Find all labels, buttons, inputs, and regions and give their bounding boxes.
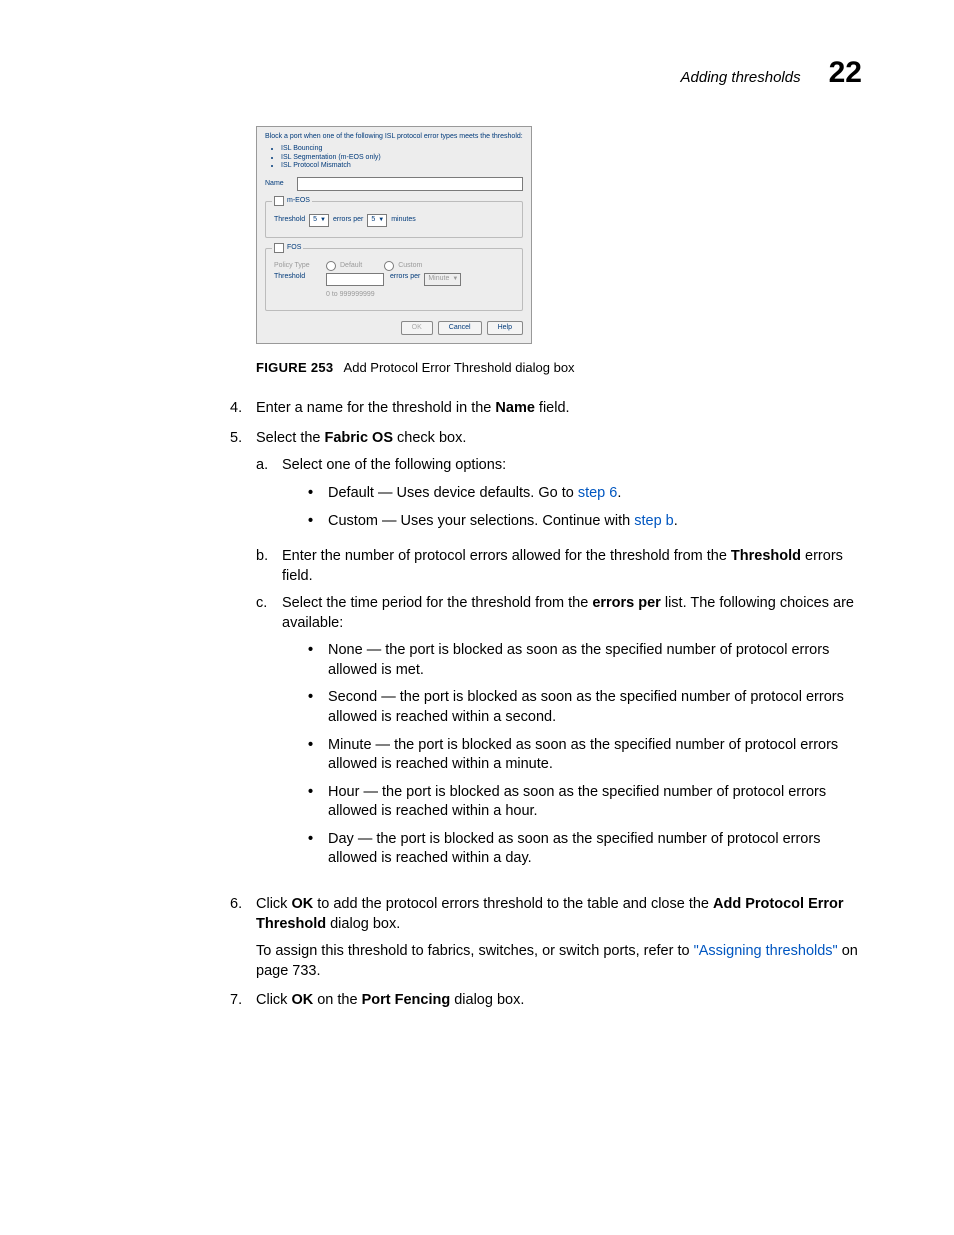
dialog-bullets: ISL Bouncing ISL Segmentation (m-EOS onl… bbox=[275, 145, 523, 171]
fos-section: FOS Policy Type Default Custom Threshold… bbox=[265, 248, 523, 311]
step-6: 6. Click OK to add the protocol errors t… bbox=[86, 895, 868, 981]
name-row: Name bbox=[265, 177, 523, 191]
bullet-isl-segmentation: ISL Segmentation (m-EOS only) bbox=[281, 154, 523, 163]
fos-threshold-label: Threshold bbox=[274, 273, 322, 282]
policy-default-label: Default bbox=[340, 262, 362, 271]
bullet-isl-mismatch: ISL Protocol Mismatch bbox=[281, 162, 523, 171]
add-threshold-dialog: Block a port when one of the following I… bbox=[256, 126, 532, 344]
step-7: 7. Click OK on the Port Fencing dialog b… bbox=[86, 991, 868, 1011]
bullet-icon: • bbox=[308, 484, 328, 504]
meos-title: m-EOS bbox=[287, 197, 310, 206]
chapter-number: 22 bbox=[829, 56, 862, 90]
instruction-list: 4. Enter a name for the threshold in the… bbox=[86, 399, 868, 1011]
meos-per-select[interactable]: 5 ▼ bbox=[367, 214, 387, 227]
fos-checkbox[interactable] bbox=[274, 243, 284, 253]
ok-button[interactable]: OK bbox=[401, 321, 433, 336]
chevron-down-icon: ▼ bbox=[378, 217, 384, 225]
link-step-6[interactable]: step 6 bbox=[578, 485, 618, 501]
bullet-icon: • bbox=[308, 783, 328, 822]
figure-caption: FIGURE 253 Add Protocol Error Threshold … bbox=[256, 360, 868, 375]
chevron-down-icon: ▼ bbox=[452, 276, 458, 284]
fos-threshold-input[interactable] bbox=[326, 273, 384, 286]
choice-day: Day — the port is blocked as soon as the… bbox=[328, 830, 868, 869]
meos-unit: minutes bbox=[391, 216, 416, 225]
bullet-icon: • bbox=[308, 688, 328, 727]
choice-none: None — the port is blocked as soon as th… bbox=[328, 641, 868, 680]
dialog-buttons: OK Cancel Help bbox=[265, 321, 523, 336]
bullet-icon: • bbox=[308, 736, 328, 775]
policy-default-radio[interactable] bbox=[326, 261, 336, 271]
cancel-button[interactable]: Cancel bbox=[438, 321, 482, 336]
step-5-sub: a. Select one of the following options: … bbox=[256, 456, 868, 877]
meos-errors-per-label: errors per bbox=[333, 216, 363, 225]
figure-image: Block a port when one of the following I… bbox=[256, 126, 868, 344]
policy-type-label: Policy Type bbox=[274, 262, 322, 271]
fos-range: 0 to 999999999 bbox=[326, 291, 384, 300]
name-input[interactable] bbox=[297, 177, 523, 191]
link-step-b[interactable]: step b bbox=[634, 513, 674, 529]
step-5b: b. Enter the number of protocol errors a… bbox=[256, 547, 868, 586]
fos-unit-select[interactable]: Minute ▼ bbox=[424, 273, 461, 286]
step-5c: c. Select the time period for the thresh… bbox=[256, 594, 868, 877]
name-label: Name bbox=[265, 180, 293, 189]
header-title: Adding thresholds bbox=[681, 69, 801, 86]
page: Adding thresholds 22 Block a port when o… bbox=[0, 0, 954, 1011]
policy-custom-radio[interactable] bbox=[384, 261, 394, 271]
link-assigning-thresholds[interactable]: "Assigning thresholds" bbox=[694, 943, 838, 959]
policy-custom-label: Custom bbox=[398, 262, 422, 271]
step-5: 5. Select the Fabric OS check box. a. Se… bbox=[86, 429, 868, 885]
step-4: 4. Enter a name for the threshold in the… bbox=[86, 399, 868, 419]
bullet-icon: • bbox=[308, 830, 328, 869]
fos-errors-per-label: errors per bbox=[390, 273, 420, 282]
meos-threshold-select[interactable]: 5 ▼ bbox=[309, 214, 329, 227]
help-button[interactable]: Help bbox=[487, 321, 523, 336]
choice-hour: Hour — the port is blocked as soon as th… bbox=[328, 783, 868, 822]
dialog-intro: Block a port when one of the following I… bbox=[265, 133, 523, 142]
bullet-isl-bouncing: ISL Bouncing bbox=[281, 145, 523, 154]
meos-threshold-label: Threshold bbox=[274, 216, 305, 225]
bullet-icon: • bbox=[308, 512, 328, 532]
page-header: Adding thresholds 22 bbox=[86, 56, 868, 90]
bullet-icon: • bbox=[308, 641, 328, 680]
fos-title: FOS bbox=[287, 244, 301, 253]
figure-prefix: FIGURE 253 bbox=[256, 360, 333, 375]
meos-checkbox[interactable] bbox=[274, 196, 284, 206]
meos-section: m-EOS Threshold 5 ▼ errors per 5 ▼ minut… bbox=[265, 201, 523, 238]
choice-minute: Minute — the port is blocked as soon as … bbox=[328, 736, 868, 775]
figure-caption-text: Add Protocol Error Threshold dialog box bbox=[344, 360, 575, 375]
step-5a: a. Select one of the following options: … bbox=[256, 456, 868, 539]
chevron-down-icon: ▼ bbox=[320, 217, 326, 225]
choice-second: Second — the port is blocked as soon as … bbox=[328, 688, 868, 727]
